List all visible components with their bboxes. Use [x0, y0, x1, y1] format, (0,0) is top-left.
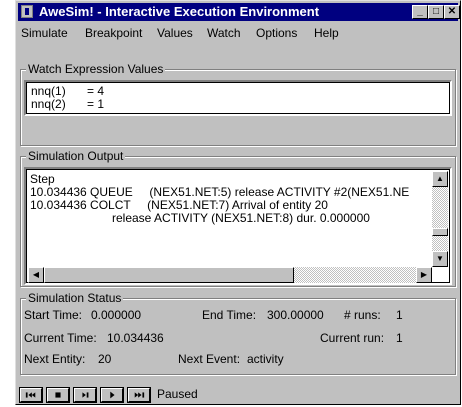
vertical-scroll-thumb[interactable]: [432, 228, 448, 236]
watch-group-label: Watch Expression Values: [26, 62, 166, 76]
menu-simulate[interactable]: Simulate: [21, 26, 68, 40]
status-group-label: Simulation Status: [26, 291, 124, 305]
current-time-value: 10.034436: [107, 331, 164, 345]
play-button[interactable]: [100, 387, 124, 403]
current-run-value: 1: [396, 331, 403, 345]
next-event-value: activity: [247, 352, 284, 366]
vertical-scroll-track[interactable]: [432, 187, 448, 251]
app-window: AweSim! - Interactive Execution Environm…: [15, 0, 461, 405]
scroll-left-button[interactable]: ◀: [28, 267, 44, 283]
output-group-label: Simulation Output: [26, 149, 126, 163]
scroll-up-button[interactable]: ▲: [432, 171, 448, 187]
fast-forward-button[interactable]: [127, 387, 151, 403]
play-icon: [110, 391, 115, 399]
step-icon: [82, 392, 89, 398]
step-button[interactable]: [73, 387, 97, 403]
current-time-label: Current Time:: [24, 331, 97, 345]
stop-icon: [55, 392, 61, 398]
status-group: Simulation Status Start Time: 0.000000 E…: [20, 291, 456, 375]
scroll-right-button[interactable]: ▶: [416, 267, 432, 283]
current-run-label: Current run:: [320, 331, 385, 345]
end-time-label: End Time:: [202, 308, 257, 322]
next-event-label: Next Event:: [178, 352, 241, 366]
next-entity-value: 20: [98, 352, 112, 366]
close-button[interactable]: ✕: [444, 5, 460, 19]
minimize-button[interactable]: _: [412, 5, 428, 19]
rewind-to-start-button[interactable]: [19, 387, 43, 403]
menu-bar: Simulate Breakpoint Values Watch Options…: [18, 23, 458, 42]
watch-row-name: nnq(2): [31, 97, 66, 111]
watch-list[interactable]: nnq(1) = 4 nnq(2) = 1: [24, 80, 452, 116]
watch-group: Watch Expression Values nnq(1) = 4 nnq(2…: [20, 62, 456, 146]
output-group: Simulation Output Step 10.034436 QUEUE (…: [20, 149, 456, 287]
start-time-label: Start Time:: [24, 308, 83, 322]
runs-value: 1: [396, 308, 403, 322]
runs-label: # runs:: [344, 308, 381, 322]
maximize-button[interactable]: □: [428, 5, 444, 19]
start-time-value: 0.000000: [91, 308, 142, 322]
rewind-to-start-icon: [25, 392, 36, 398]
scroll-down-button[interactable]: ▼: [432, 251, 448, 267]
window-title: AweSim! - Interactive Execution Environm…: [39, 4, 320, 19]
execution-state: Paused: [157, 387, 198, 401]
menu-options[interactable]: Options: [256, 26, 297, 40]
next-entity-label: Next Entity:: [24, 352, 86, 366]
end-time-value: 300.00000: [267, 308, 324, 322]
menu-watch[interactable]: Watch: [207, 26, 241, 40]
menu-help[interactable]: Help: [314, 26, 339, 40]
title-bar[interactable]: AweSim! - Interactive Execution Environm…: [18, 3, 460, 21]
horizontal-scroll-thumb[interactable]: [44, 267, 294, 283]
fast-forward-icon: [134, 392, 145, 398]
output-textbox[interactable]: Step 10.034436 QUEUE (NEX51.NET:5) relea…: [24, 167, 452, 285]
menu-values[interactable]: Values: [157, 26, 193, 40]
watch-row-value: = 1: [87, 97, 105, 111]
stop-button[interactable]: [46, 387, 70, 403]
output-text-area: Step 10.034436 QUEUE (NEX51.NET:5) relea…: [28, 171, 432, 267]
output-line: release ACTIVITY (NEX51.NET:8) dur. 0.00…: [112, 211, 370, 225]
menu-breakpoint[interactable]: Breakpoint: [85, 26, 142, 40]
app-icon[interactable]: [21, 5, 33, 18]
